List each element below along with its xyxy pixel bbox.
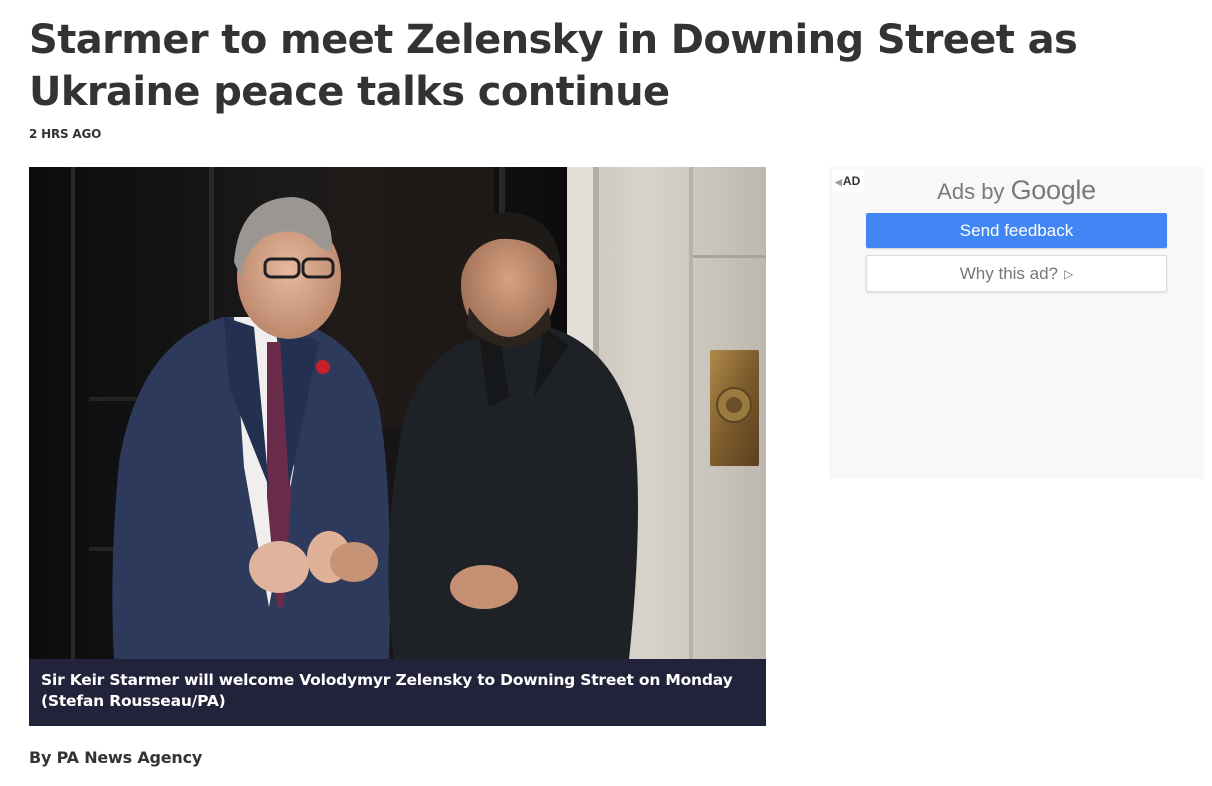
article-photo <box>29 167 766 659</box>
photo-caption: Sir Keir Starmer will welcome Volodymyr … <box>29 659 766 726</box>
ads-by-prefix: Ads by <box>937 179 1005 204</box>
article-timestamp: 2 HRS AGO <box>29 127 102 141</box>
ads-by-google-heading: Ads by Google <box>829 175 1204 206</box>
play-triangle-icon: ▷ <box>1064 266 1074 281</box>
article-headline: Starmer to meet Zelensky in Downing Stre… <box>29 17 1078 115</box>
send-feedback-button[interactable]: Send feedback <box>866 213 1167 248</box>
why-this-ad-label: Why this ad? <box>959 263 1059 283</box>
article-byline: By PA News Agency <box>29 748 203 767</box>
why-this-ad-button[interactable]: Why this ad? ▷ <box>866 255 1167 292</box>
ads-by-brand: Google <box>1010 175 1097 205</box>
article-figure: Sir Keir Starmer will welcome Volodymyr … <box>29 167 766 726</box>
ad-panel: ◀AD Ads by Google Send feedback Why this… <box>829 167 1204 479</box>
